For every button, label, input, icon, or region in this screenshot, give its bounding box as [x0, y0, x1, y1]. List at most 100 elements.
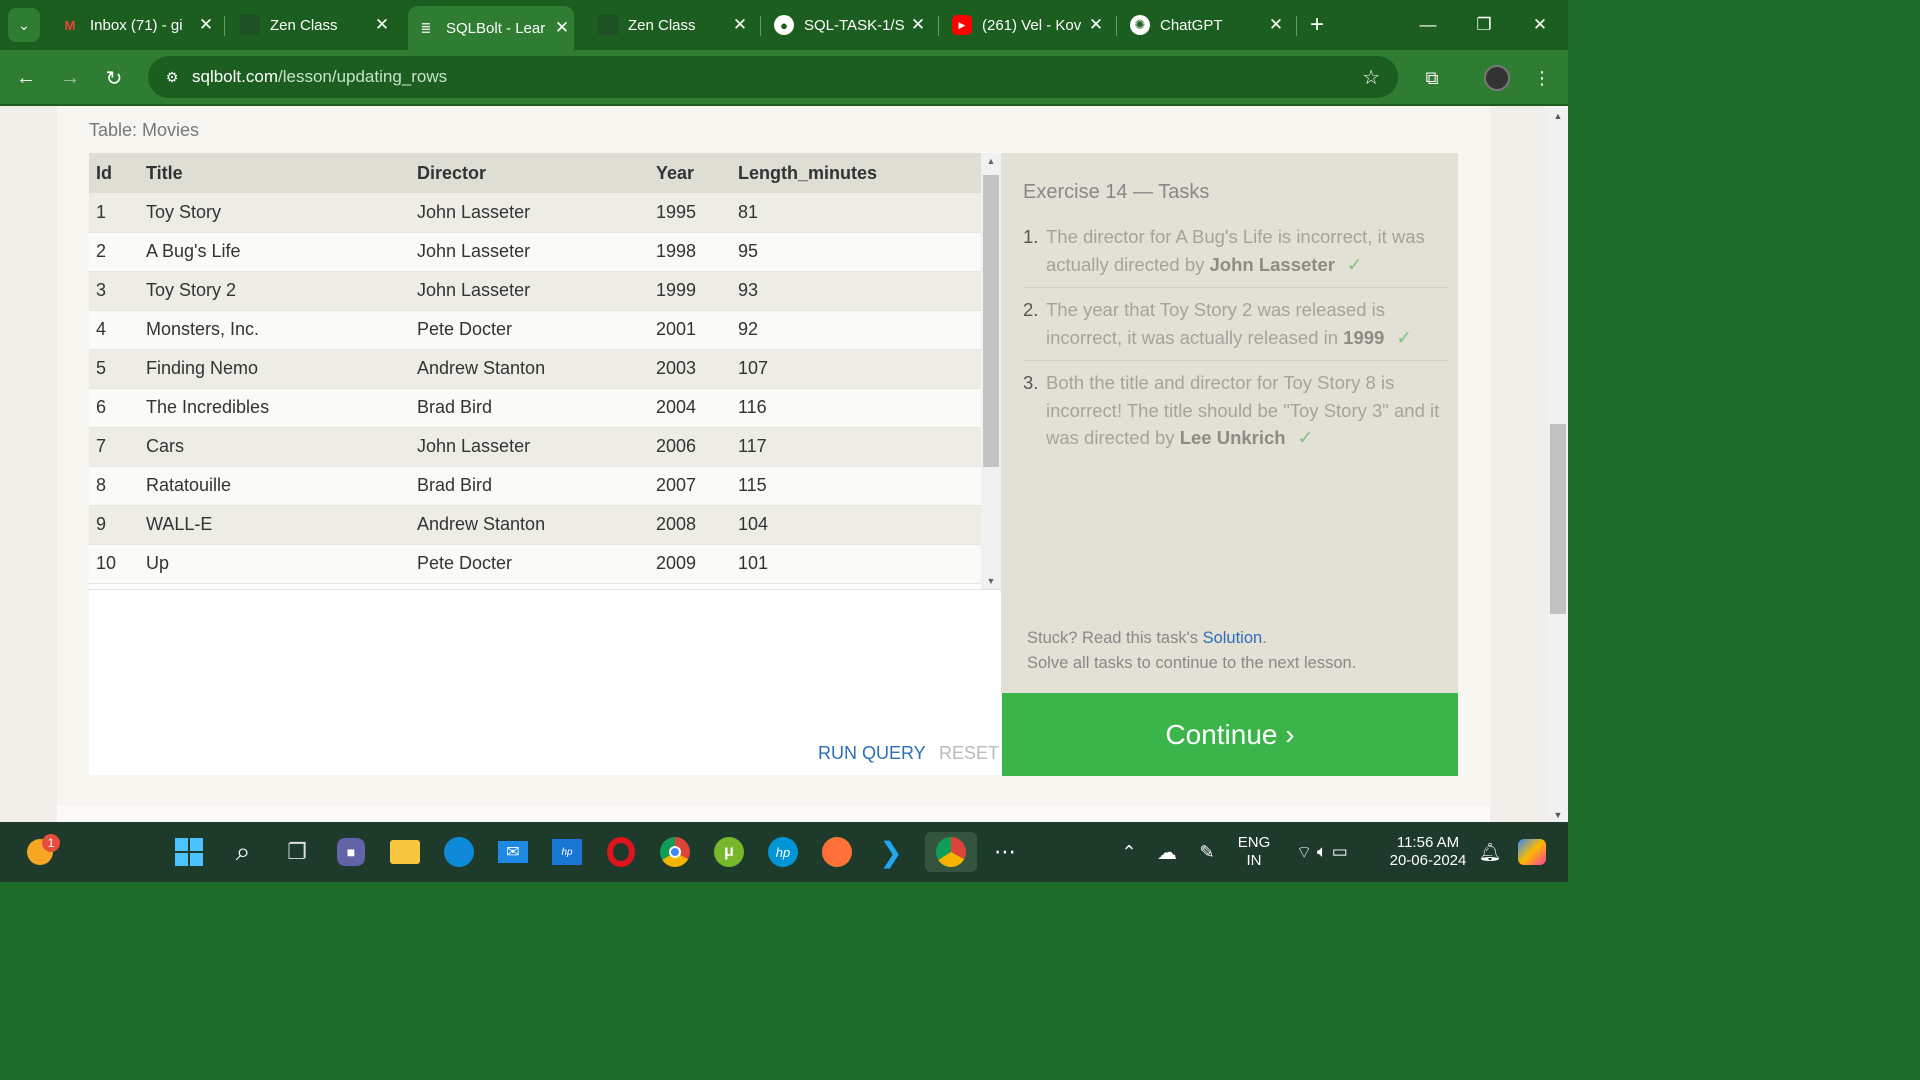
url-text[interactable]: sqlbolt.com/lesson/updating_rows — [192, 67, 447, 87]
more-apps-button[interactable]: ⋯ — [985, 832, 1025, 872]
restore-button[interactable]: ❐ — [1464, 8, 1504, 42]
chrome-button[interactable] — [655, 832, 695, 872]
task-text: The director for A Bug's Life is incorre… — [1046, 226, 1425, 275]
table-cell: Finding Nemo — [139, 349, 410, 389]
scroll-down-icon[interactable]: ▼ — [981, 576, 1001, 586]
tab-zen-class-2[interactable]: Zen Class ✕ — [590, 6, 752, 44]
table-cell: 2 — [89, 232, 139, 272]
vscode-button[interactable]: ❯ — [871, 832, 911, 872]
language-indicator[interactable]: ENG IN — [1232, 834, 1276, 870]
tab-gmail[interactable]: M Inbox (71) - gi ✕ — [52, 6, 218, 44]
table-cell: The Incredibles — [139, 388, 410, 428]
opera-button[interactable] — [601, 832, 641, 872]
browser-menu-button[interactable]: ⋮ — [1526, 62, 1558, 94]
table-cell: 7 — [89, 427, 139, 467]
edge-icon — [444, 837, 474, 867]
copilot-button[interactable] — [1512, 832, 1552, 872]
mail-icon: ✉ — [498, 841, 528, 863]
tab-separator — [760, 16, 761, 36]
minimize-button[interactable]: — — [1408, 8, 1448, 42]
task-item: 1. The director for A Bug's Life is inco… — [1023, 223, 1448, 288]
page-scrollbar[interactable]: ▲ ▼ — [1548, 106, 1568, 822]
new-tab-button[interactable]: + — [1303, 10, 1331, 40]
task-view-button[interactable]: ❐ — [277, 832, 317, 872]
table-cell: 92 — [731, 310, 981, 350]
teams-chat-button[interactable]: ■ — [331, 832, 371, 872]
hp-button[interactable]: hp — [763, 832, 803, 872]
scroll-up-icon[interactable]: ▲ — [1548, 111, 1568, 121]
tab-sqlbolt[interactable]: ≣ SQLBolt - Lear ✕ — [408, 6, 574, 50]
bell-icon: 🔔︎ — [1478, 841, 1502, 862]
page-scroll-thumb[interactable] — [1550, 424, 1566, 614]
opera-icon — [607, 837, 635, 867]
browser-tab-strip: ⌄ M Inbox (71) - gi ✕ Zen Class ✕ ≣ SQLB… — [0, 0, 1568, 50]
copilot-icon — [1518, 839, 1546, 865]
solution-link[interactable]: Solution — [1203, 629, 1263, 647]
scroll-up-icon[interactable]: ▲ — [981, 156, 1001, 166]
clock[interactable]: 11:56 AM 20-06-2024 — [1382, 834, 1474, 870]
table-cell: 104 — [731, 505, 981, 545]
quick-settings-button[interactable]: ⌔ 🔈︎ ▭ — [1282, 832, 1362, 872]
zen-icon — [598, 15, 618, 35]
chrome-active-button[interactable] — [925, 832, 977, 872]
utorrent-button[interactable]: μ — [709, 832, 749, 872]
continue-button[interactable]: Continue › — [1002, 693, 1458, 776]
check-icon: ✓ — [1396, 326, 1412, 348]
column-header: Title — [139, 153, 410, 193]
table-caption: Table: Movies — [89, 120, 200, 140]
tab-search-button[interactable]: ⌄ — [8, 8, 40, 42]
myhp-button[interactable]: hp — [547, 832, 587, 872]
tab-chatgpt[interactable]: ✺ ChatGPT ✕ — [1122, 6, 1288, 44]
input-indicator-button[interactable]: ✎ — [1187, 832, 1227, 872]
profile-avatar[interactable] — [1484, 65, 1510, 91]
firefox-button[interactable] — [817, 832, 857, 872]
close-icon[interactable]: ✕ — [728, 15, 752, 35]
close-icon[interactable]: ✕ — [370, 15, 394, 35]
run-query-button[interactable]: RUN QUERY — [818, 743, 926, 764]
close-icon[interactable]: ✕ — [1264, 15, 1288, 35]
table-cell: Andrew Stanton — [410, 349, 649, 389]
close-icon[interactable]: ✕ — [1084, 15, 1108, 35]
reset-button[interactable]: RESET — [939, 743, 999, 764]
close-icon[interactable]: ✕ — [194, 15, 218, 35]
reload-button[interactable]: ↻ — [98, 62, 130, 94]
tab-zen-class[interactable]: Zen Class ✕ — [232, 6, 394, 44]
weather-widget[interactable]: 1 — [20, 832, 60, 872]
table-scrollbar[interactable]: ▲ ▼ — [981, 153, 1001, 589]
table-scroll-thumb[interactable] — [983, 175, 999, 467]
start-button[interactable] — [169, 832, 209, 872]
battery-icon: ▭ — [1331, 842, 1348, 861]
video-chat-icon: ■ — [337, 838, 365, 866]
scroll-down-icon[interactable]: ▼ — [1548, 810, 1568, 820]
back-button[interactable]: ← — [10, 62, 42, 94]
task-item: 2. The year that Toy Story 2 was release… — [1023, 296, 1448, 361]
close-icon[interactable]: ✕ — [550, 18, 574, 38]
mail-button[interactable]: ✉ — [493, 832, 533, 872]
onedrive-button[interactable]: ☁ — [1147, 832, 1187, 872]
tab-youtube[interactable]: ▶ (261) Vel - Kov ✕ — [944, 6, 1108, 44]
bookmark-star-icon[interactable]: ☆ — [1362, 65, 1380, 90]
notifications-button[interactable]: 🔔︎ — [1470, 832, 1510, 872]
forward-button[interactable]: → — [54, 62, 86, 94]
table-cell: 2004 — [649, 388, 731, 428]
edge-button[interactable] — [439, 832, 479, 872]
arrow-right-icon: → — [60, 66, 80, 89]
table-row: 8 Ratatouille Brad Bird 2007 115 — [89, 466, 981, 506]
tab-separator — [938, 16, 939, 36]
file-explorer-button[interactable] — [385, 832, 425, 872]
tab-github[interactable]: ● SQL-TASK-1/S ✕ — [766, 6, 930, 44]
table-cell: 4 — [89, 310, 139, 350]
table-row: 1 Toy Story John Lasseter 1995 81 — [89, 193, 981, 233]
close-window-button[interactable]: ✕ — [1520, 8, 1560, 42]
address-bar[interactable]: ⚙ sqlbolt.com/lesson/updating_rows ☆ — [148, 56, 1398, 98]
show-hidden-icons-button[interactable]: ⌃ — [1109, 832, 1149, 872]
task-number: 3. — [1023, 372, 1039, 393]
task-text: The year that Toy Story 2 was released i… — [1046, 299, 1412, 348]
extensions-button[interactable]: ⧉ — [1416, 62, 1448, 94]
restore-icon: ❐ — [1476, 15, 1492, 34]
search-button[interactable]: ⌕ — [223, 832, 263, 872]
site-info-icon[interactable]: ⚙ — [160, 69, 184, 86]
table-cell: 101 — [731, 544, 981, 584]
task-number: 1. — [1023, 226, 1039, 247]
close-icon[interactable]: ✕ — [906, 15, 930, 35]
